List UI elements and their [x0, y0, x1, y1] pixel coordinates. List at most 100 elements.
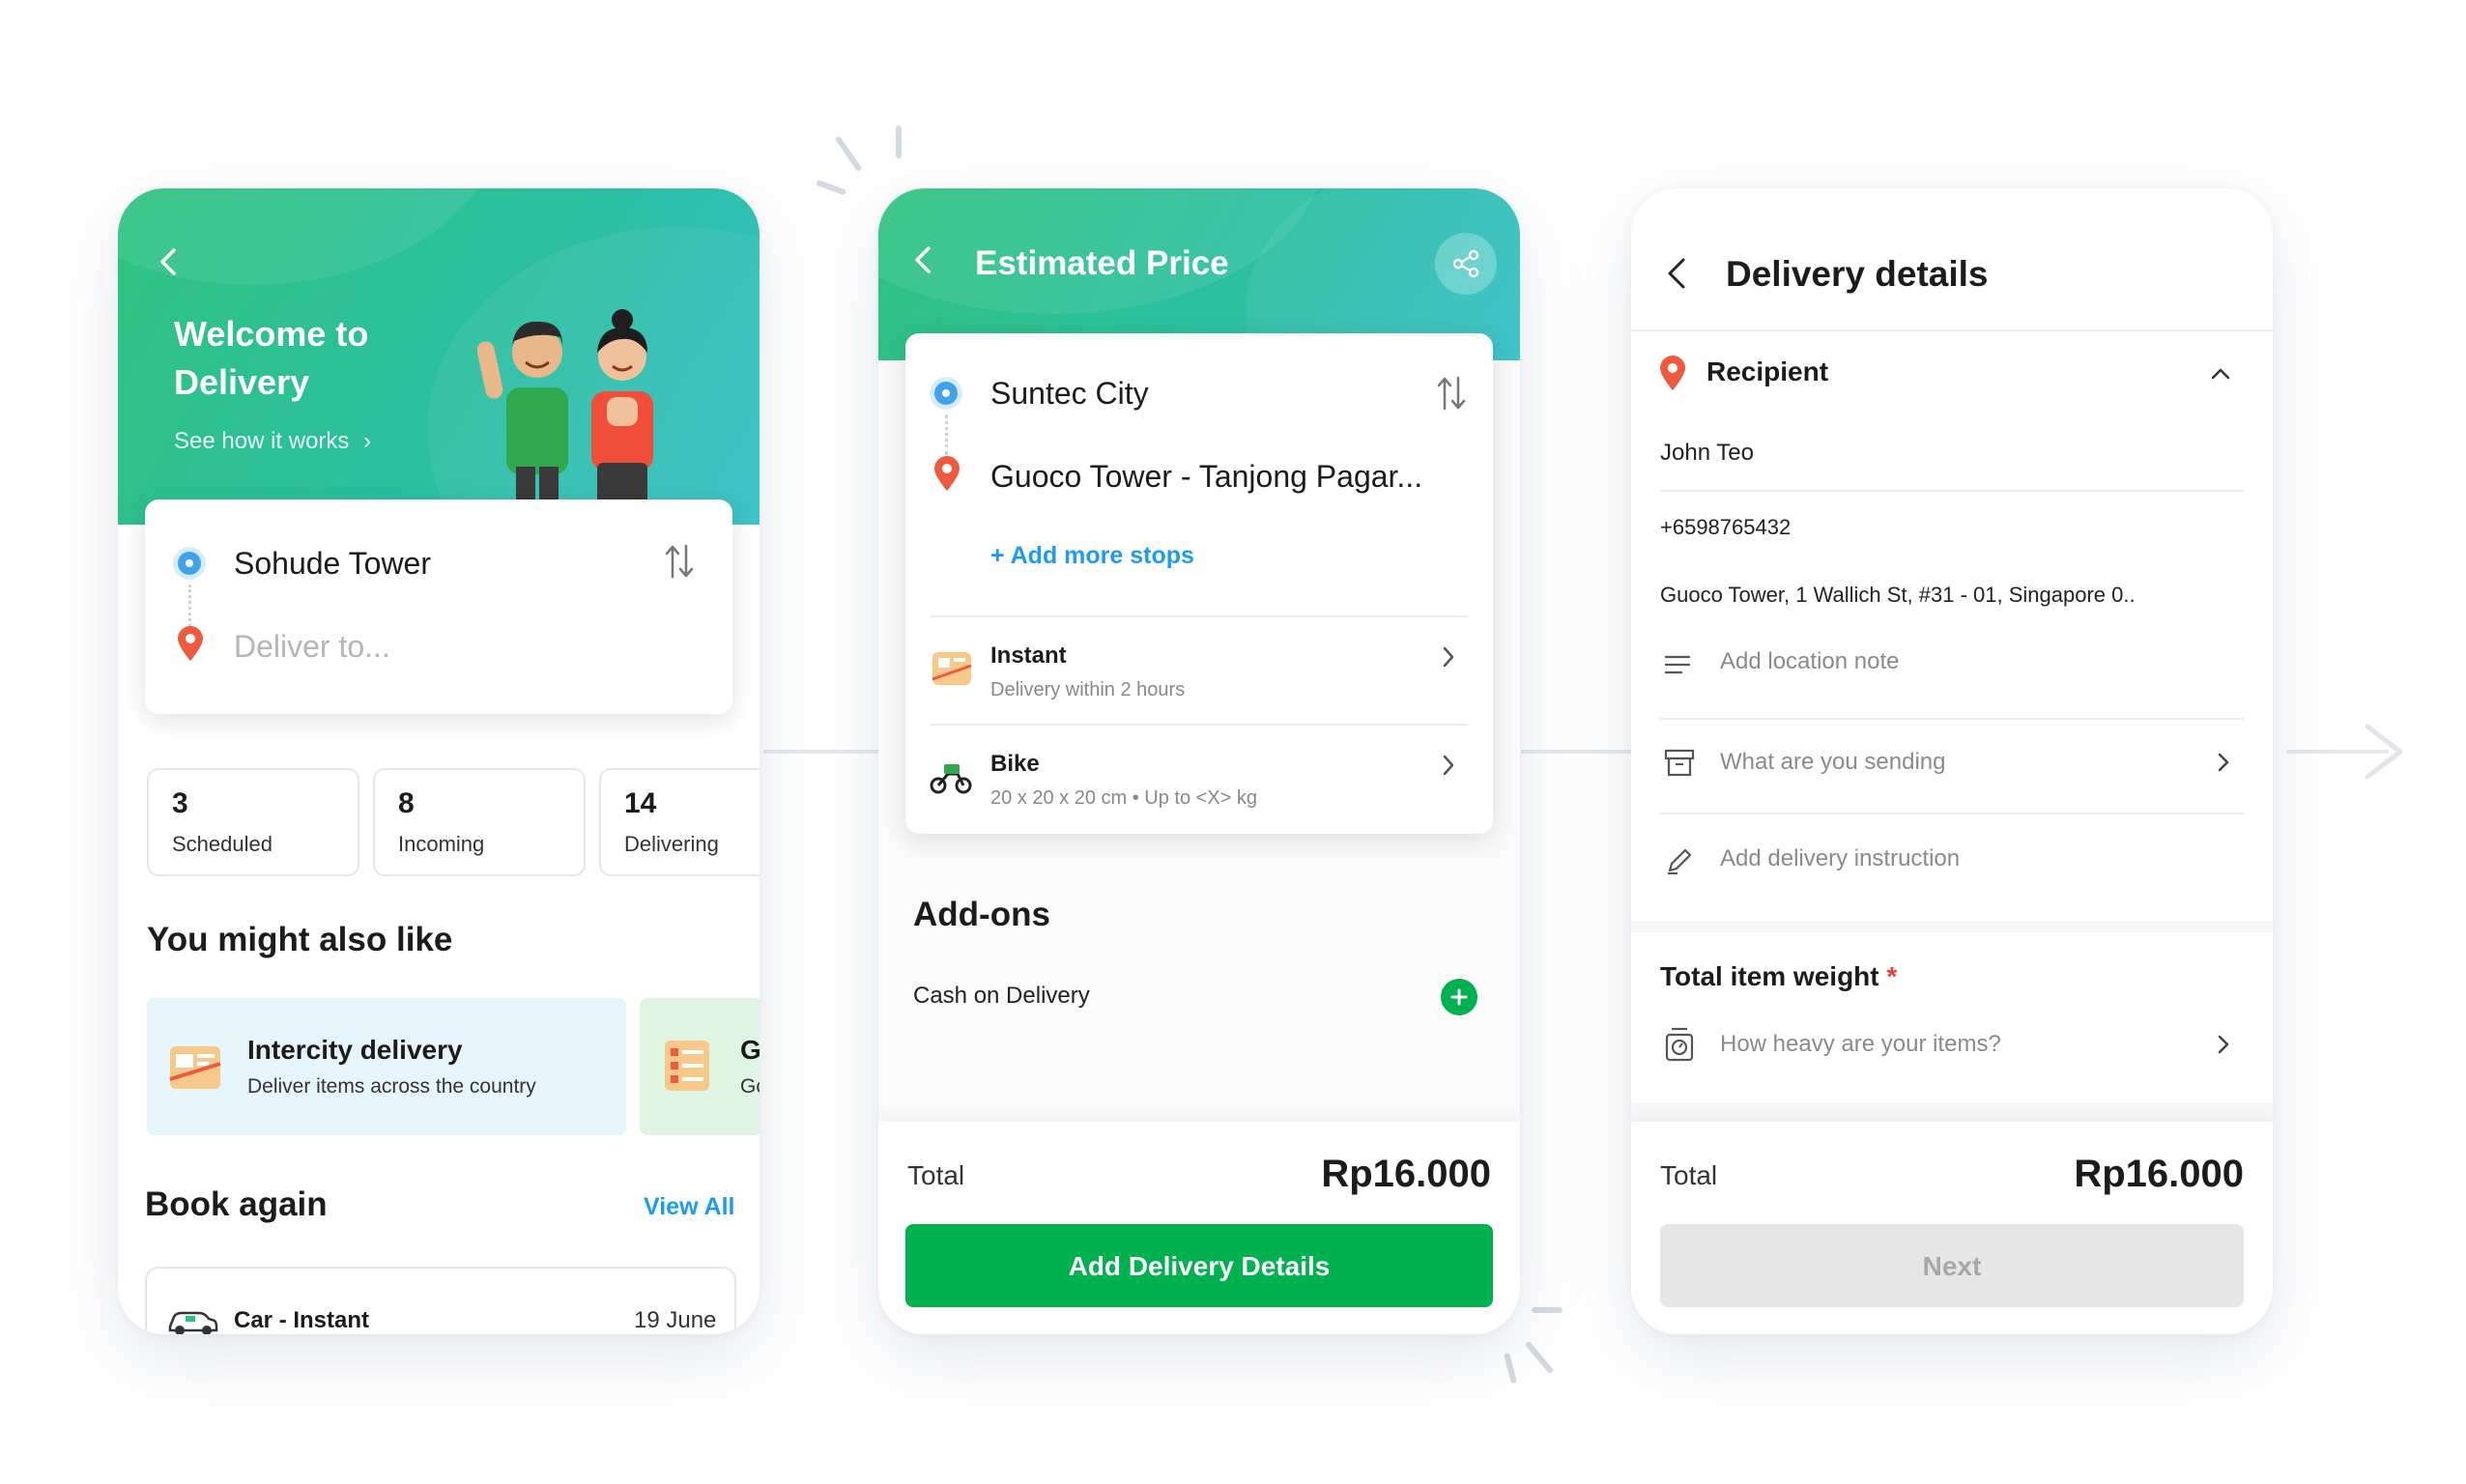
see-how-link-label: See how it works	[174, 428, 350, 454]
screen-title: Delivery details	[1726, 254, 1989, 294]
instant-box-icon	[932, 652, 972, 685]
chevron-right-icon: ›	[363, 428, 372, 454]
scale-icon	[1665, 1027, 1694, 1062]
divider	[1660, 813, 2244, 814]
stat-label: Scheduled	[172, 832, 272, 856]
dropoff-input[interactable]: Deliver to...	[234, 629, 390, 665]
location-card: Sohude Tower Deliver to...	[145, 499, 732, 714]
required-asterisk: *	[1886, 961, 1898, 991]
addon-cash-on-delivery[interactable]: Cash on Delivery	[878, 973, 1520, 1021]
stat-delivering[interactable]: 14 Delivering	[599, 768, 760, 876]
what-are-you-sending-row[interactable]: What are you sending	[1631, 720, 2273, 813]
service-option-bike[interactable]: Bike 20 x 20 x 20 cm • Up to <X> kg	[905, 726, 1493, 832]
weight-prompt: How heavy are your items?	[1720, 1031, 2001, 1057]
route-and-options-card: Suntec City Guoco Tower - Tanjong Pagar.…	[905, 333, 1493, 834]
divider	[1660, 490, 2244, 492]
stat-label: Delivering	[624, 832, 719, 856]
suggestion-title: Intercity delivery	[247, 1035, 463, 1065]
total-label: Total	[907, 1160, 965, 1190]
share-button[interactable]	[1435, 233, 1497, 295]
stat-scheduled[interactable]: 3 Scheduled	[147, 768, 359, 876]
box-icon	[169, 1046, 221, 1089]
suggestions-heading: You might also like	[147, 921, 453, 958]
see-how-it-works-link[interactable]: See how it works ›	[174, 428, 371, 455]
cta-label: Next	[1922, 1251, 1982, 1281]
chevron-right-icon	[2218, 1035, 2229, 1054]
swap-icon[interactable]	[1435, 374, 1468, 413]
pencil-icon	[1668, 848, 1692, 875]
service-option-instant[interactable]: Instant Delivery within 2 hours	[905, 617, 1493, 724]
stat-count: 3	[172, 787, 188, 819]
share-icon	[1452, 249, 1479, 278]
chevron-right-icon	[1443, 646, 1454, 668]
total-value: Rp16.000	[2074, 1153, 2244, 1195]
sparkle-decoration	[815, 179, 847, 196]
bottom-bar: Total Rp16.000 Add Delivery Details	[878, 1122, 1520, 1334]
add-more-stops-link[interactable]: + Add more stops	[990, 542, 1194, 570]
flow-connector-middle	[1521, 750, 1643, 754]
option-detail: Delivery within 2 hours	[990, 679, 1186, 700]
sparkle-decoration	[1532, 1307, 1563, 1313]
stat-incoming[interactable]: 8 Incoming	[373, 768, 586, 876]
weight-heading-label: Total item weight	[1660, 961, 1879, 991]
bike-icon	[930, 764, 972, 794]
back-arrow-icon[interactable]	[153, 244, 187, 279]
header-bar: Delivery details	[1631, 188, 2273, 331]
suggestion-card-intercity[interactable]: Intercity delivery Deliver items across …	[147, 998, 626, 1135]
delivery-instruction-input[interactable]: Add delivery instruction	[1720, 845, 1960, 872]
addons-heading: Add-ons	[913, 896, 1050, 933]
plus-icon	[1450, 988, 1468, 1006]
add-delivery-details-button[interactable]: Add Delivery Details	[905, 1224, 1493, 1307]
location-note-input[interactable]: Add location note	[1720, 648, 1899, 675]
add-addon-button[interactable]	[1441, 979, 1477, 1015]
stat-label: Incoming	[398, 832, 485, 856]
checklist-icon	[665, 1041, 709, 1091]
location-pin-icon	[1660, 356, 1685, 390]
delivery-details-screen: Delivery details Recipient John Teo +659…	[1631, 188, 2273, 1334]
back-arrow-icon[interactable]	[1662, 256, 1697, 291]
pickup-dot-icon	[934, 382, 958, 405]
addon-label: Cash on Delivery	[913, 983, 1090, 1009]
weight-section: Total item weight * How heavy are your i…	[1631, 932, 2273, 1102]
note-lines-icon	[1664, 655, 1691, 674]
dropoff-location[interactable]: Guoco Tower - Tanjong Pagar...	[990, 459, 1422, 495]
route-dots	[945, 414, 948, 455]
recent-booking-card[interactable]: Car - Instant 19 June	[145, 1267, 736, 1334]
book-again-heading: Book again	[145, 1185, 328, 1223]
suggestion-subtitle: Gc	[740, 1075, 760, 1098]
dropoff-pin-icon	[934, 456, 960, 491]
sparkle-decoration	[896, 126, 902, 158]
car-icon	[168, 1311, 218, 1334]
sparkle-decoration	[1503, 1352, 1518, 1384]
recent-service: Car - Instant	[234, 1307, 370, 1333]
route-dots	[188, 585, 191, 627]
next-button[interactable]: Next	[1660, 1224, 2244, 1307]
hero-title-line2: Delivery	[174, 362, 310, 402]
back-arrow-icon[interactable]	[907, 243, 942, 277]
arrow-right-icon	[2365, 724, 2403, 780]
weight-heading: Total item weight *	[1660, 961, 1897, 992]
sparkle-decoration	[834, 135, 863, 172]
option-detail: 20 x 20 x 20 cm • Up to <X> kg	[990, 787, 1258, 809]
recipient-name-field[interactable]: John Teo	[1660, 440, 1754, 467]
pickup-location[interactable]: Suntec City	[990, 376, 1149, 412]
section-title: Recipient	[1706, 357, 1829, 386]
pickup-dot-icon	[178, 552, 201, 575]
people-illustration	[477, 309, 653, 525]
chevron-right-icon	[1443, 755, 1454, 776]
chevron-up-icon[interactable]	[2209, 366, 2232, 382]
recent-date: 19 June	[634, 1307, 717, 1333]
chevron-right-icon	[2218, 753, 2229, 772]
total-label: Total	[1660, 1160, 1718, 1190]
total-value: Rp16.000	[1321, 1153, 1491, 1195]
swap-icon[interactable]	[663, 542, 696, 581]
view-all-link[interactable]: View All	[644, 1193, 734, 1221]
recipient-phone-field[interactable]: +6598765432	[1660, 515, 1791, 540]
hero-banner: Welcome to Delivery See how it works ›	[118, 188, 760, 525]
item-weight-row[interactable]: How heavy are your items?	[1631, 1015, 2273, 1093]
pickup-location[interactable]: Sohude Tower	[234, 546, 431, 582]
stat-count: 14	[624, 787, 657, 819]
recipient-address-field[interactable]: Guoco Tower, 1 Wallich St, #31 - 01, Sin…	[1660, 583, 2136, 608]
suggestion-card-second[interactable]: G Gc	[640, 998, 760, 1135]
option-name: Instant	[990, 642, 1067, 669]
